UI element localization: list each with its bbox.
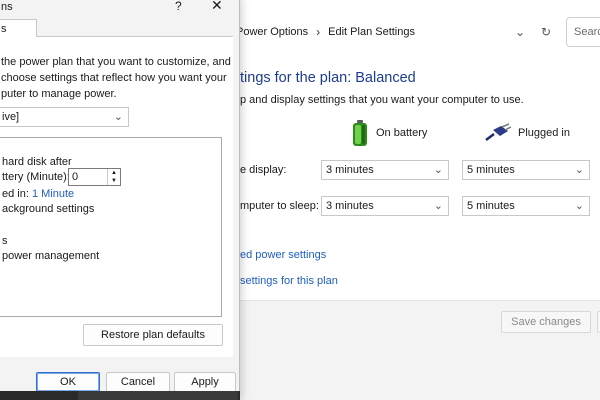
tab-strip: s — [0, 19, 233, 38]
description-line: the power plan that you want to customiz… — [1, 56, 231, 68]
display-battery-value: 3 minutes — [326, 164, 374, 176]
spin-down-icon[interactable]: ▼ — [108, 177, 120, 185]
tree-item[interactable]: hard disk after — [2, 156, 72, 168]
breadcrumb-power-options[interactable]: Power Options — [236, 26, 308, 38]
address-bar[interactable]: Power Options › Edit Plan Settings ⌄ ↻ — [236, 17, 560, 47]
display-plugged-select[interactable]: 5 minutes ⌄ — [462, 160, 590, 180]
breadcrumb-separator-icon: › — [316, 25, 321, 39]
dialog-title: ns — [1, 1, 13, 13]
display-battery-select[interactable]: 3 minutes ⌄ — [321, 160, 449, 180]
sleep-battery-select[interactable]: 3 minutes ⌄ — [321, 196, 449, 216]
battery-icon — [353, 120, 367, 146]
sleep-plugged-select[interactable]: 5 minutes ⌄ — [462, 196, 590, 216]
tree-item[interactable]: s — [2, 235, 8, 247]
chevron-down-icon[interactable]: ⌄ — [512, 24, 528, 40]
description-line: puter to manage power. — [1, 88, 117, 100]
restore-plan-defaults-button[interactable]: Restore plan defaults — [83, 324, 223, 346]
spin-up-icon[interactable]: ▲ — [108, 169, 120, 177]
tree-item[interactable]: ackground settings — [2, 203, 94, 215]
tree-item[interactable]: ttery (Minute): — [2, 171, 70, 183]
spinner-buttons: ▲ ▼ — [107, 169, 120, 185]
on-battery-header: On battery — [350, 118, 427, 148]
cancel-dialog-button[interactable]: Cancel — [106, 372, 170, 392]
tree-item[interactable]: power management — [2, 250, 99, 262]
power-plan-value: ive] — [2, 111, 20, 123]
plugged-in-header: Plugged in — [484, 118, 570, 148]
chevron-down-icon: ⌄ — [574, 164, 584, 176]
taskbar-segment — [78, 391, 238, 400]
dialog-description: the power plan that you want to customiz… — [1, 54, 231, 102]
apply-button[interactable]: Apply — [174, 372, 236, 392]
close-icon[interactable]: ✕ — [211, 0, 223, 14]
plugged-in-value-link[interactable]: 1 Minute — [32, 188, 74, 200]
ok-button[interactable]: OK — [36, 372, 100, 392]
plugged-in-label: Plugged in — [518, 127, 570, 139]
chevron-down-icon: ⌄ — [113, 111, 123, 123]
help-icon[interactable]: ? — [175, 0, 182, 13]
chevron-down-icon: ⌄ — [433, 164, 443, 176]
restore-defaults-link[interactable]: settings for this plan — [240, 275, 338, 287]
display-row-label: e display: — [240, 164, 287, 176]
minutes-spinner[interactable]: 0 ▲ ▼ — [68, 168, 121, 186]
sleep-row-label: mputer to sleep: — [240, 200, 319, 212]
chevron-down-icon: ⌄ — [433, 200, 443, 212]
refresh-icon[interactable]: ↻ — [538, 24, 554, 40]
page-description: p and display settings that you want you… — [240, 94, 524, 106]
tree-item-label: ed in: — [2, 188, 29, 200]
tree-item[interactable]: ed in: 1 Minute — [2, 188, 74, 200]
plug-icon — [485, 123, 512, 141]
on-battery-label: On battery — [376, 127, 428, 139]
settings-tree[interactable]: hard disk after ttery (Minute): 0 ▲ ▼ ed… — [0, 137, 222, 317]
save-changes-button[interactable]: Save changes — [501, 311, 591, 333]
display-plugged-value: 5 minutes — [467, 164, 515, 176]
description-line: choose settings that reflect how you wan… — [1, 72, 227, 84]
advanced-power-settings-link[interactable]: ed power settings — [240, 249, 326, 261]
page-title: tings for the plan: Balanced — [240, 70, 416, 86]
sleep-battery-value: 3 minutes — [326, 200, 374, 212]
power-plan-select[interactable]: ive] ⌄ — [0, 107, 129, 127]
sleep-plugged-value: 5 minutes — [467, 200, 515, 212]
spinner-value: 0 — [72, 171, 79, 183]
advanced-settings-panel: the power plan that you want to customiz… — [0, 37, 233, 357]
chevron-down-icon: ⌄ — [574, 200, 584, 212]
breadcrumb-edit-plan-settings[interactable]: Edit Plan Settings — [328, 26, 415, 38]
tab-advanced-settings[interactable]: s — [0, 19, 37, 38]
search-input[interactable]: Search — [566, 17, 600, 47]
power-options-dialog: ns ? ✕ s the power plan that you want to… — [0, 0, 240, 400]
taskbar — [0, 391, 240, 400]
